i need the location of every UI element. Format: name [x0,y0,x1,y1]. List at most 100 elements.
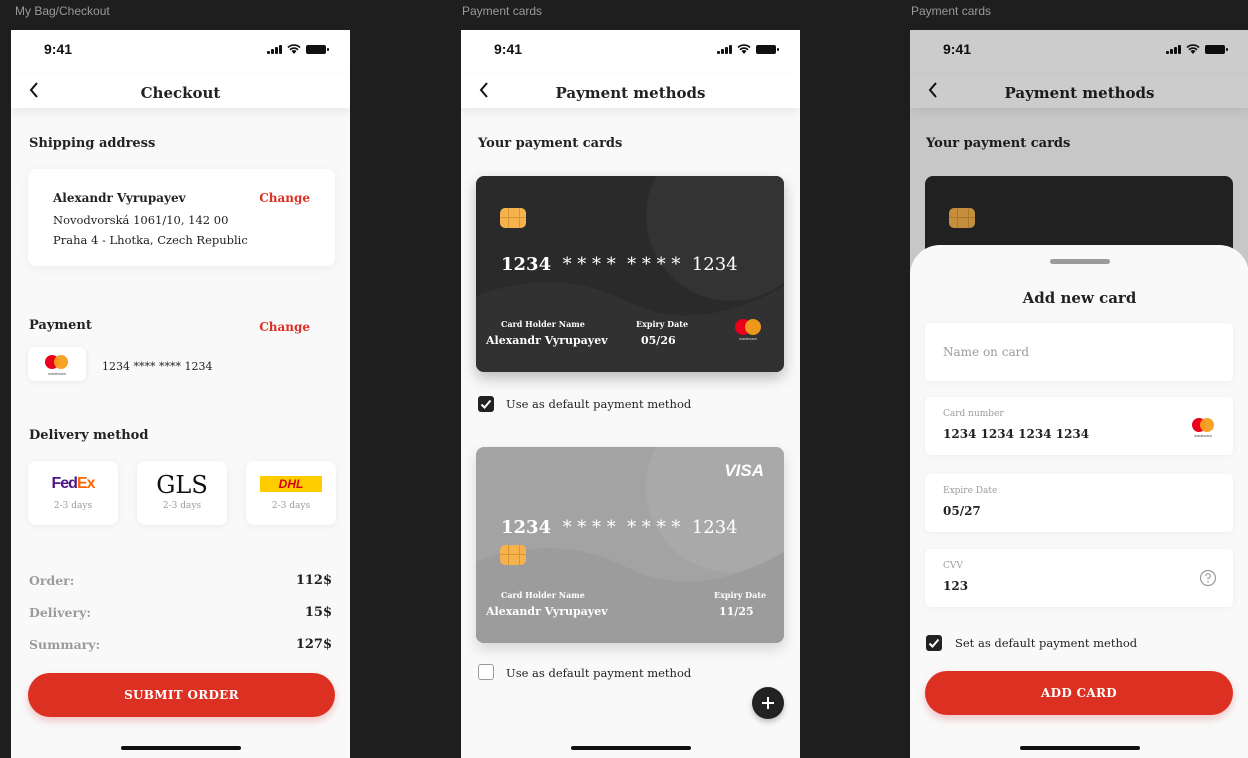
mastercard-logo-box: mastercard [28,347,86,381]
submit-order-button[interactable]: SUBMIT ORDER [28,673,335,717]
signal-icon [717,45,732,54]
checkout-screen: 9:41 Checkout Shipping address Alexandr … [11,30,350,758]
card-holder-label: Card Holder Name [501,319,585,329]
expiry-label: Expiry Date [636,319,689,329]
frame-label-payment-cards: Payment cards [462,4,543,18]
change-address-button[interactable]: Change [259,191,310,205]
mastercard-icon: mastercard [735,319,761,341]
check-icon [480,399,492,409]
set-default-label: Set as default payment method [955,636,1138,650]
default-label-card-2: Use as default payment method [506,666,692,680]
plus-icon [762,697,774,709]
address-line-1: Novodvorská 1061/10, 142 00 [53,213,229,227]
name-on-card-placeholder: Name on card [943,345,1030,359]
order-label: Order: [29,573,75,588]
delivery-option-fedex[interactable]: FedEx 2-3 days [28,461,118,525]
battery-icon [306,45,329,54]
payment-card-mastercard[interactable]: 1234 * * * * * * * * 1234 Card Holder Na… [476,176,784,372]
card-number-value: 1234 1234 1234 1234 [943,427,1090,441]
payment-card-number: 1234 **** **** 1234 [102,360,213,373]
card-holder-label: Card Holder Name [501,590,585,600]
summary-label: Summary: [29,637,101,652]
status-bar: 9:41 [461,30,800,74]
status-icons [267,44,329,54]
sheet-drag-handle[interactable] [1050,259,1110,264]
delivery-option-dhl[interactable]: DHL 2-3 days [246,461,336,525]
mastercard-icon: mastercard [45,355,68,376]
delivery-days: 2-3 days [53,501,93,511]
card-number-label: Card number [943,409,1004,419]
card-holder-name: Alexandr Vyrupayev [486,334,608,347]
shipping-address-card: Alexandr Vyrupayev Change Novodvorská 10… [28,169,335,266]
home-indicator [121,746,241,750]
cvv-field[interactable]: CVV 123 [925,549,1233,607]
add-card-button[interactable] [752,687,784,719]
svg-text:mastercard: mastercard [48,372,66,376]
expiry-label: Expiry Date [714,590,767,600]
card-holder-name: Alexandr Vyrupayev [486,605,608,618]
address-name: Alexandr Vyrupayev [53,191,186,205]
payment-title: Payment [29,318,92,333]
svg-text:mastercard: mastercard [739,337,757,341]
nav-bar: Payment methods [461,74,800,108]
delivery-days: 2-3 days [162,501,202,511]
delivery-option-gls[interactable]: GLS 2-3 days [137,461,227,525]
add-card-sheet: Add new card Name on card Card number 12… [910,245,1248,758]
add-card-screen: 9:41 Payment methods Your payment cards … [910,30,1248,758]
payment-card-visa[interactable]: VISA 1234 * * * * * * * * 1234 Card Hold… [476,447,784,643]
card-number-field[interactable]: Card number 1234 1234 1234 1234 masterca… [925,397,1233,455]
name-on-card-field[interactable]: Name on card [925,323,1233,381]
sheet-title: Add new card [1022,289,1137,307]
add-card-submit-button[interactable]: ADD CARD [925,671,1233,715]
expire-date-label: Expire Date [943,486,998,496]
card-number: 1234 * * * * * * * * 1234 [501,517,738,538]
default-checkbox-card-1[interactable] [478,396,494,412]
svg-text:mastercard: mastercard [1194,434,1212,438]
card-chip-icon [500,545,526,565]
nav-bar: Checkout [11,74,350,108]
expiry-date: 11/25 [719,605,754,618]
address-line-2: Praha 4 - Lhotka, Czech Republic [53,233,248,247]
expiry-date: 05/26 [641,334,676,347]
status-time: 9:41 [494,41,523,57]
fedex-logo: FedEx [51,475,95,492]
payment-methods-screen: 9:41 Payment methods Your payment cards … [461,30,800,758]
frame-label-add-card: Payment cards [911,4,992,18]
check-icon [928,638,940,648]
home-indicator [571,746,691,750]
expire-date-value: 05/27 [943,504,981,518]
wifi-icon [287,44,301,54]
card-number: 1234 * * * * * * * * 1234 [501,254,738,275]
visa-logo: VISA [724,461,764,480]
cvv-label: CVV [943,561,963,571]
delivery-method-title: Delivery method [29,428,149,443]
shipping-address-title: Shipping address [29,136,156,151]
page-title: Payment methods [555,84,706,102]
change-payment-button[interactable]: Change [259,320,310,334]
dhl-logo: DHL [260,476,322,492]
status-bar: 9:41 [11,30,350,74]
order-value: 112$ [295,573,332,588]
home-indicator [1020,746,1140,750]
battery-icon [756,45,779,54]
set-default-checkbox[interactable] [926,635,942,651]
signal-icon [267,45,282,54]
payment-cards-title: Your payment cards [478,136,623,151]
default-checkbox-card-2[interactable] [478,664,494,680]
status-icons [717,44,779,54]
help-icon[interactable] [1199,569,1217,587]
delivery-days: 2-3 days [271,501,311,511]
default-label-card-1: Use as default payment method [506,397,692,411]
card-chip-icon [500,208,526,228]
wifi-icon [737,44,751,54]
cvv-value: 123 [943,579,969,593]
mastercard-icon: mastercard [1192,418,1214,438]
status-time: 9:41 [44,41,73,57]
delivery-label: Delivery: [29,605,91,620]
gls-logo: GLS [156,471,208,499]
summary-value: 127$ [295,637,332,652]
delivery-value: 15$ [304,605,332,620]
frame-label-checkout: My Bag/Checkout [15,4,110,18]
page-title: Checkout [140,84,221,102]
expire-date-field[interactable]: Expire Date 05/27 [925,474,1233,532]
